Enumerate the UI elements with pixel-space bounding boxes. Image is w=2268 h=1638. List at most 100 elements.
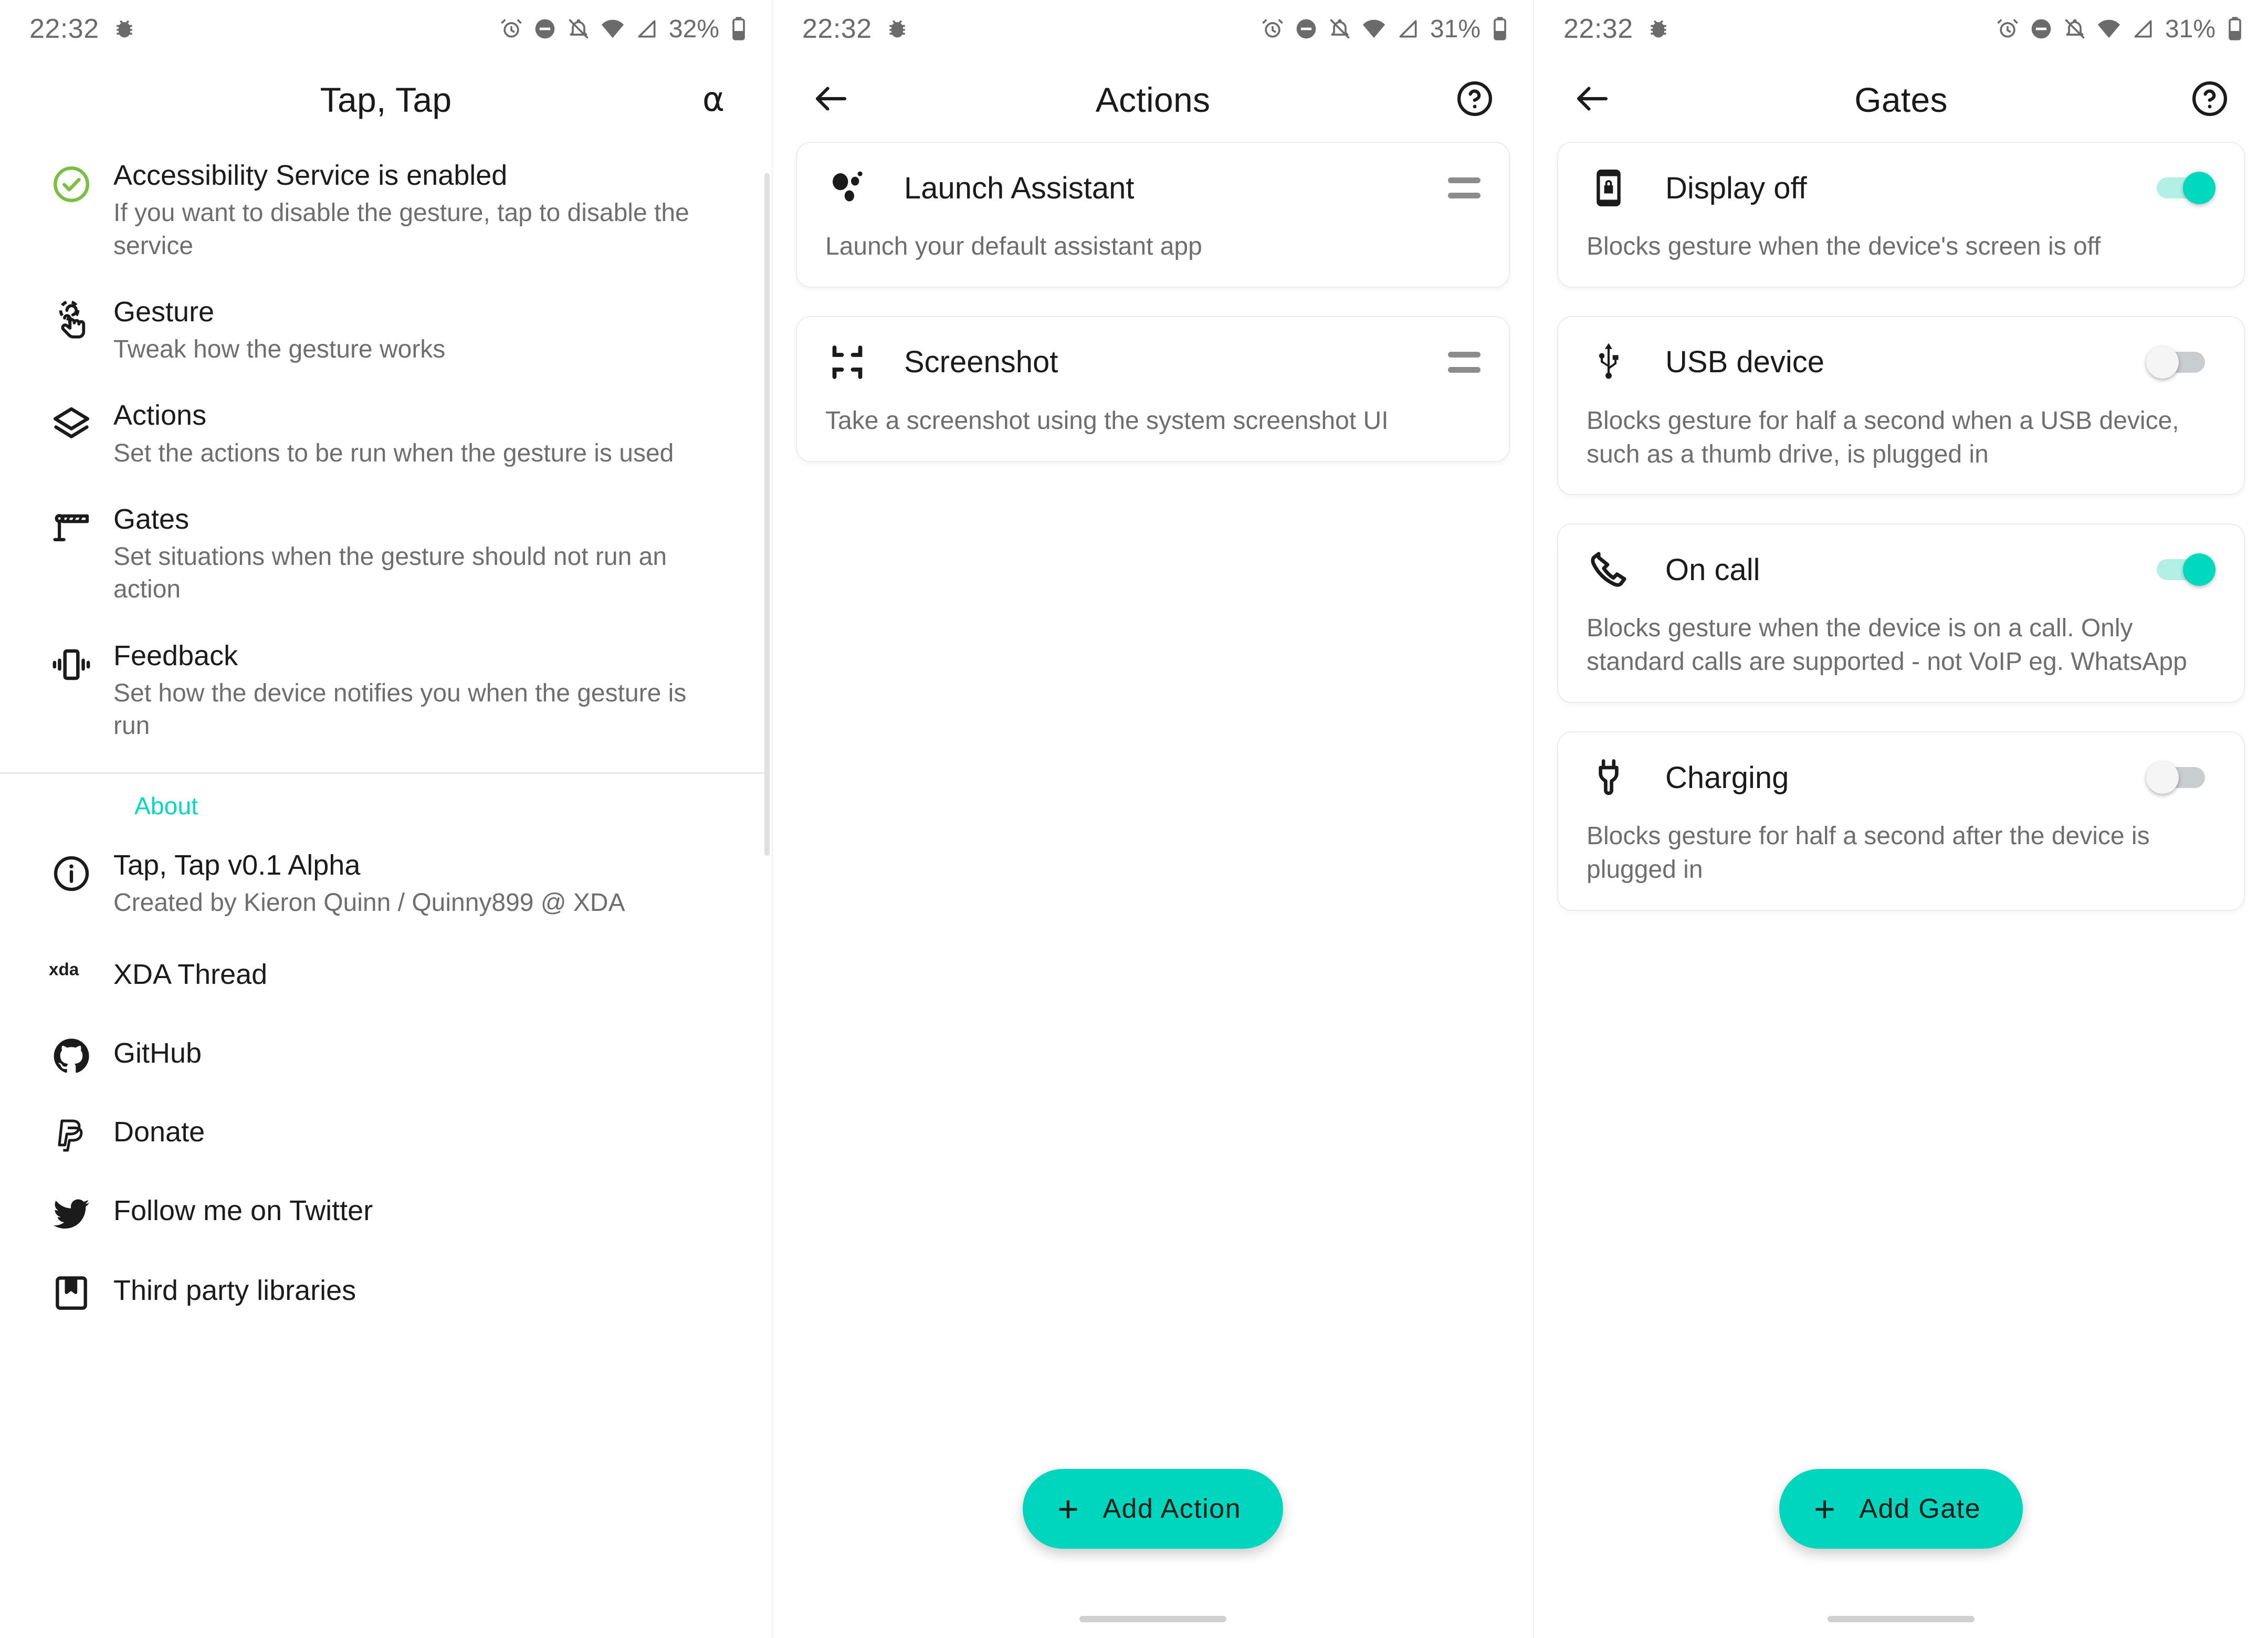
- page-title: Actions: [1095, 80, 1211, 119]
- add-action-label: Add Action: [1102, 1494, 1241, 1524]
- status-bar-right: 32%: [500, 15, 747, 44]
- gate-card-usb-device[interactable]: USB device Blocks gesture for half a sec…: [1557, 316, 2245, 496]
- list-item-feedback[interactable]: Feedback Set how the device notifies you…: [0, 622, 772, 759]
- book-icon: [29, 1267, 113, 1314]
- list-item-gates[interactable]: Gates Set situations when the gesture sh…: [0, 486, 772, 622]
- boom-gate-icon: [29, 501, 113, 550]
- info-icon: [29, 847, 113, 895]
- action-card-screenshot[interactable]: Screenshot Take a screenshot using the s…: [796, 316, 1510, 462]
- battery-icon: [731, 16, 747, 41]
- status-bar: 22:32: [1534, 0, 2268, 58]
- cell-signal-icon: [2132, 17, 2155, 40]
- plus-icon: +: [1057, 1488, 1080, 1529]
- github-icon: [29, 1030, 113, 1077]
- section-divider: [0, 772, 766, 774]
- list-item-title: XDA Thread: [113, 959, 268, 991]
- list-item-actions[interactable]: Actions Set the actions to be run when t…: [0, 382, 772, 486]
- clock: 22:32: [29, 14, 99, 44]
- drag-handle-icon[interactable]: [1448, 351, 1480, 373]
- gates-card-list: Display off Blocks gesture when the devi…: [1534, 142, 2268, 911]
- wifi-icon: [601, 17, 625, 41]
- screen-gates: 22:32 31% Gates Display off Blocks gestu…: [1533, 0, 2268, 1638]
- status-bar-left: 22:32: [1563, 13, 1670, 45]
- back-button[interactable]: [802, 71, 860, 129]
- list-item-gesture[interactable]: Gesture Tweak how the gesture works: [0, 278, 772, 382]
- status-bar: 22:32: [0, 0, 772, 58]
- alarm-icon: [1261, 17, 1284, 40]
- help-circle-icon: [2189, 78, 2230, 122]
- gate-card-on-call[interactable]: On call Blocks gesture when the device i…: [1557, 523, 2245, 704]
- gate-card-display-off[interactable]: Display off Blocks gesture when the devi…: [1557, 142, 2245, 288]
- help-button[interactable]: [2181, 71, 2239, 129]
- screenshot-root: 22:32 32% Tap, Tap α Accessibility Servi…: [0, 0, 2268, 1638]
- twitter-icon: [29, 1187, 113, 1235]
- list-item-github[interactable]: GitHub: [0, 1014, 772, 1093]
- add-gate-button[interactable]: + Add Gate: [1779, 1469, 2023, 1549]
- list-item-version[interactable]: Tap, Tap v0.1 Alpha Created by Kieron Qu…: [0, 832, 772, 936]
- paypal-icon: [29, 1108, 113, 1156]
- action-description: Launch your default assistant app: [825, 233, 1202, 260]
- app-bar-main: Tap, Tap α: [0, 58, 772, 142]
- list-item-title: GitHub: [113, 1037, 202, 1069]
- help-circle-icon: [1454, 78, 1495, 122]
- notifications-off-icon: [567, 17, 590, 40]
- gate-card-charging[interactable]: Charging Blocks gesture for half a secon…: [1557, 731, 2245, 911]
- list-item-subtitle: If you want to disable the gesture, tap …: [113, 199, 689, 260]
- gate-title: Charging: [1665, 760, 1789, 795]
- svg-text:xda: xda: [49, 960, 79, 980]
- list-item-twitter[interactable]: Follow me on Twitter: [0, 1171, 772, 1251]
- screen-actions: 22:32 31% Actions Launch Assistant Launc…: [772, 0, 1533, 1638]
- list-item-donate[interactable]: Donate: [0, 1093, 772, 1171]
- status-bar-left: 22:32: [29, 13, 136, 45]
- add-action-button[interactable]: + Add Action: [1022, 1469, 1283, 1549]
- gate-description: Blocks gesture when the device's screen …: [1587, 233, 2101, 260]
- alpha-badge-button[interactable]: α: [685, 71, 742, 129]
- list-item-accessibility-service[interactable]: Accessibility Service is enabled If you …: [0, 142, 772, 278]
- action-description: Take a screenshot using the system scree…: [825, 406, 1389, 435]
- drag-handle-icon[interactable]: [1448, 177, 1480, 198]
- list-item-title: Gesture: [113, 296, 215, 328]
- gate-description: Blocks gesture for half a second when a …: [1587, 406, 2179, 468]
- back-button[interactable]: [1563, 71, 1621, 129]
- action-card-launch-assistant[interactable]: Launch Assistant Launch your default ass…: [796, 142, 1510, 288]
- gate-title: Display off: [1665, 171, 1807, 205]
- cell-signal-icon: [1396, 17, 1420, 40]
- page-title: Gates: [1854, 80, 1948, 119]
- status-bar-left: 22:32: [802, 13, 909, 45]
- screenshot-icon: [825, 340, 883, 384]
- gate-title: On call: [1665, 552, 1760, 587]
- do-not-disturb-icon: [1295, 17, 1318, 40]
- add-gate-label: Add Gate: [1859, 1494, 1981, 1524]
- gate-title: USB device: [1665, 345, 1825, 380]
- page-title: Tap, Tap: [320, 80, 452, 119]
- phone-call-icon: [1587, 548, 1644, 592]
- app-bar-gates: Gates: [1534, 58, 2268, 142]
- list-item-title: Third party libraries: [113, 1275, 356, 1307]
- wifi-icon: [2097, 17, 2121, 41]
- gate-toggle[interactable]: [2146, 761, 2216, 794]
- vibration-icon: [29, 638, 113, 686]
- list-item-xda-thread[interactable]: xda XDA Thread: [0, 935, 772, 1014]
- app-bar-actions: Actions: [773, 58, 1533, 142]
- list-item-title: Gates: [113, 503, 190, 535]
- list-item-third-party-libraries[interactable]: Third party libraries: [0, 1251, 772, 1330]
- assistant-icon: [825, 166, 883, 210]
- help-button[interactable]: [1446, 71, 1504, 129]
- back-arrow-icon: [1572, 78, 1613, 122]
- gesture-nav-handle[interactable]: [1828, 1616, 1975, 1622]
- gate-toggle[interactable]: [2146, 553, 2216, 586]
- gate-toggle[interactable]: [2146, 172, 2216, 204]
- settings-list: Accessibility Service is enabled If you …: [0, 142, 772, 1330]
- bug-icon: [113, 17, 136, 40]
- plus-icon: +: [1813, 1488, 1836, 1529]
- gate-description: Blocks gesture for half a second after t…: [1587, 822, 2150, 884]
- battery-percent: 32%: [668, 15, 719, 43]
- actions-card-list: Launch Assistant Launch your default ass…: [773, 142, 1533, 462]
- scrollbar[interactable]: [764, 173, 770, 856]
- power-plug-icon: [1587, 755, 1644, 800]
- notifications-off-icon: [2063, 17, 2086, 40]
- gesture-nav-handle[interactable]: [1079, 1616, 1226, 1622]
- bug-icon: [1647, 17, 1670, 40]
- list-item-title: Donate: [113, 1116, 205, 1148]
- gate-toggle[interactable]: [2146, 345, 2216, 379]
